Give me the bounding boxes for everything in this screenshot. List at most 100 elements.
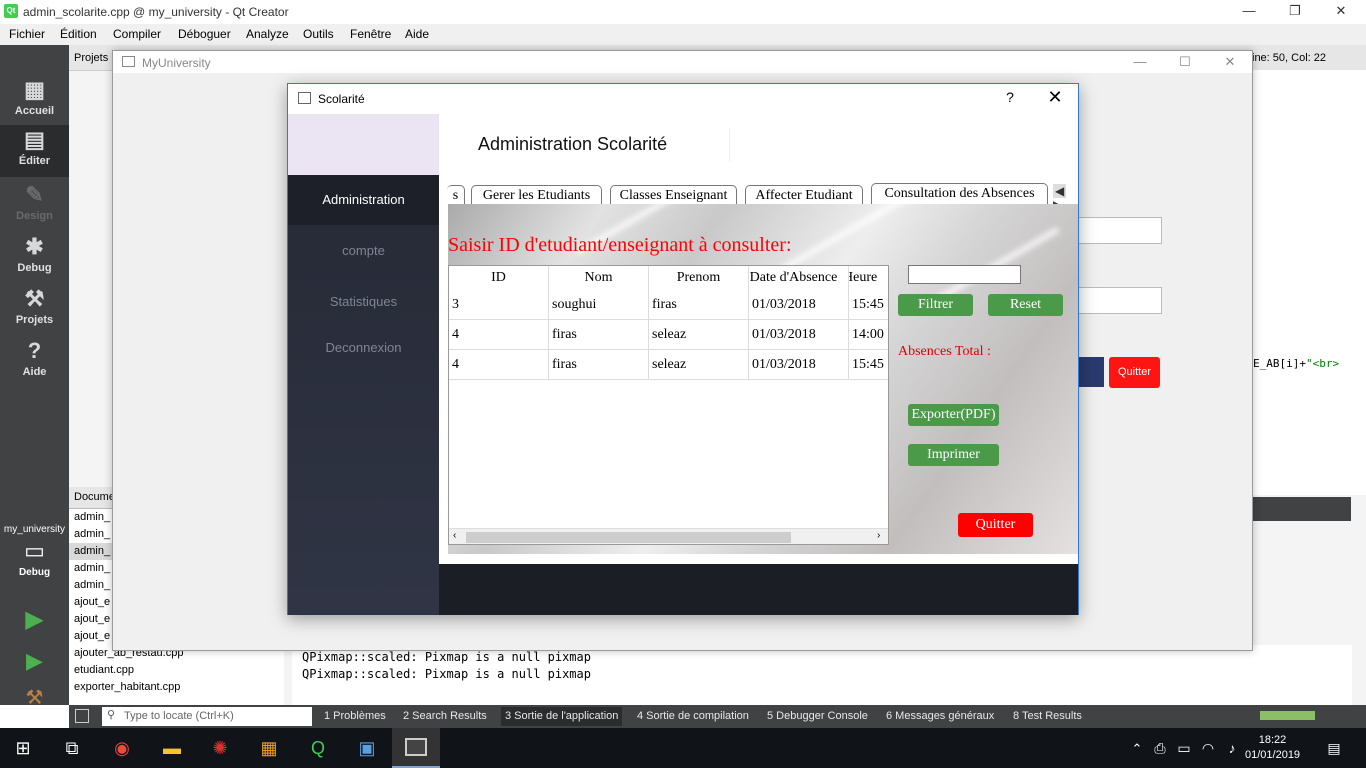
table-cell[interactable]: 14:00 — [849, 320, 888, 350]
sidebar-item-administration[interactable]: Administration — [288, 175, 439, 225]
run-icon[interactable]: ▶ — [0, 605, 69, 634]
build-hammer-icon[interactable]: ⚒ — [0, 685, 69, 710]
background-input-field[interactable] — [1075, 217, 1162, 244]
tab-classes-enseignant[interactable]: Classes Enseignant — [610, 185, 737, 206]
table-cell[interactable]: firas — [649, 290, 749, 320]
tab-test-results[interactable]: 8 Test Results — [1013, 710, 1082, 722]
quit-button[interactable]: Quitter — [958, 513, 1033, 537]
table-cell[interactable]: 01/03/2018 — [749, 350, 849, 380]
mode-projets[interactable]: ⚒ Projets — [0, 284, 69, 336]
locate-input[interactable]: ⚲ Type to locate (Ctrl+K) — [102, 707, 312, 726]
debug-run-icon[interactable]: ▶ — [0, 648, 69, 674]
mode-design[interactable]: ✎ Design — [0, 180, 69, 232]
restore-button[interactable]: ❐ — [1272, 0, 1318, 24]
minimize-button[interactable]: — — [1117, 51, 1163, 75]
printer-icon[interactable]: ⎙ — [1148, 736, 1172, 760]
myuniversity-taskbar-app[interactable] — [392, 728, 440, 768]
tab-debugger-console[interactable]: 5 Debugger Console — [767, 710, 868, 722]
export-pdf-button[interactable]: Exporter(PDF) — [908, 404, 999, 426]
tab-hidden-partial[interactable]: s — [447, 185, 465, 206]
menu-fichier[interactable]: Fichier — [9, 27, 45, 41]
table-cell[interactable]: seleaz — [649, 320, 749, 350]
menu-compiler[interactable]: Compiler — [113, 27, 161, 41]
table-cell[interactable]: 3 — [449, 290, 549, 320]
notifications-icon[interactable]: ▤ — [1322, 736, 1346, 760]
sidebar-item-statistiques[interactable]: Statistiques — [288, 277, 439, 327]
tab-search-results[interactable]: 2 Search Results — [403, 710, 487, 722]
tab-sortie-application[interactable]: 3 Sortie de l'application — [501, 707, 623, 726]
minimize-button[interactable]: — — [1226, 0, 1272, 24]
col-header-heure[interactable]: Heure — [849, 266, 888, 290]
wifi-icon[interactable]: ◠ — [1196, 736, 1220, 760]
chrome-icon[interactable]: ◉ — [110, 736, 134, 760]
chevron-left-icon[interactable]: ◀ — [1053, 184, 1067, 198]
close-button[interactable]: ✕ — [1207, 51, 1253, 75]
col-header-id[interactable]: ID — [449, 266, 549, 290]
col-header-nom[interactable]: Nom — [549, 266, 649, 290]
filter-button[interactable]: Filtrer — [898, 294, 973, 316]
sidebar-item-compte[interactable]: compte — [288, 226, 439, 276]
chevron-left-icon[interactable]: ‹ — [453, 530, 456, 541]
reset-button[interactable]: Reset — [988, 294, 1063, 316]
app-icon[interactable]: ✺ — [208, 736, 232, 760]
table-cell[interactable]: soughui — [549, 290, 649, 320]
tab-sortie-compilation[interactable]: 4 Sortie de compilation — [637, 710, 749, 722]
table-cell[interactable]: firas — [549, 350, 649, 380]
tab-affecter-etudiant[interactable]: Affecter Etudiant — [745, 185, 863, 206]
table-cell[interactable]: firas — [549, 320, 649, 350]
tab-consultation-absences[interactable]: Consultation des Absences — [871, 183, 1048, 206]
sidebar-toggle-icon[interactable] — [75, 709, 89, 723]
table-cell[interactable]: 15:45 — [849, 290, 888, 320]
dialog-header: Administration Scolarité — [439, 114, 1078, 175]
office-icon[interactable]: ▦ — [257, 736, 281, 760]
volume-icon[interactable]: ♪ — [1220, 736, 1244, 760]
table-hscrollbar[interactable]: ‹ › — [449, 528, 888, 544]
list-item[interactable]: etudiant.cpp — [69, 662, 284, 679]
table-cell[interactable]: 01/03/2018 — [749, 290, 849, 320]
table-cell[interactable]: seleaz — [649, 350, 749, 380]
chevron-up-icon[interactable]: ⌃ — [1125, 737, 1149, 761]
file-explorer-icon[interactable]: ▬ — [160, 736, 184, 760]
qt-creator-taskbar-icon[interactable]: Q — [306, 736, 330, 760]
absences-panel: Saisir ID d'etudiant/enseignant à consul… — [448, 204, 1078, 554]
menu-edition[interactable]: Édition — [60, 27, 97, 41]
search-id-input[interactable] — [908, 265, 1021, 284]
dialog-close-button[interactable]: ✕ — [1043, 87, 1067, 108]
mode-editer[interactable]: ▤ Éditer — [0, 125, 69, 177]
maximize-button[interactable]: ☐ — [1162, 51, 1208, 75]
code-editor[interactable] — [1253, 70, 1366, 495]
mode-label: Design — [16, 210, 53, 222]
table-cell[interactable]: 15:45 — [849, 350, 888, 380]
taskbar-clock[interactable]: 18:22 01/01/2019 — [1245, 733, 1300, 763]
menu-fenetre[interactable]: Fenêtre — [350, 27, 391, 41]
mode-aide[interactable]: ? Aide — [0, 336, 69, 388]
tab-gerer-etudiants[interactable]: Gerer les Etudiants — [471, 185, 602, 206]
background-input-field[interactable] — [1075, 287, 1162, 314]
menu-deboguer[interactable]: Déboguer — [178, 27, 231, 41]
task-view-icon[interactable]: ⧉ — [60, 736, 84, 760]
sidebar-item-deconnexion[interactable]: Deconnexion — [288, 323, 439, 373]
kit-selector[interactable]: my_university ▭ Debug — [0, 521, 69, 596]
scrollbar-thumb[interactable] — [466, 532, 791, 543]
mode-debug[interactable]: ✱ Debug — [0, 232, 69, 284]
list-item[interactable]: exporter_habitant.cpp — [69, 679, 284, 696]
windows-start-icon[interactable]: ⊞ — [11, 736, 35, 760]
background-quit-button[interactable]: Quitter — [1109, 357, 1160, 388]
mode-accueil[interactable]: ▦ Accueil — [0, 75, 69, 127]
qt-designer-icon[interactable]: ▣ — [355, 736, 379, 760]
col-header-prenom[interactable]: Prenom — [649, 266, 749, 290]
print-button[interactable]: Imprimer — [908, 444, 999, 466]
chevron-right-icon[interactable]: › — [877, 530, 880, 541]
help-button[interactable]: ? — [1000, 89, 1020, 105]
col-header-date[interactable]: Date d'Absence — [749, 266, 849, 290]
tab-messages-generaux[interactable]: 6 Messages généraux — [886, 710, 994, 722]
close-button[interactable]: ✕ — [1318, 0, 1364, 24]
table-cell[interactable]: 4 — [449, 320, 549, 350]
menu-outils[interactable]: Outils — [303, 27, 334, 41]
menu-analyze[interactable]: Analyze — [246, 27, 289, 41]
battery-icon[interactable]: ▭ — [1172, 736, 1196, 760]
tab-problemes[interactable]: 1 Problèmes — [324, 710, 386, 722]
table-cell[interactable]: 01/03/2018 — [749, 320, 849, 350]
menu-aide[interactable]: Aide — [405, 27, 429, 41]
table-cell[interactable]: 4 — [449, 350, 549, 380]
